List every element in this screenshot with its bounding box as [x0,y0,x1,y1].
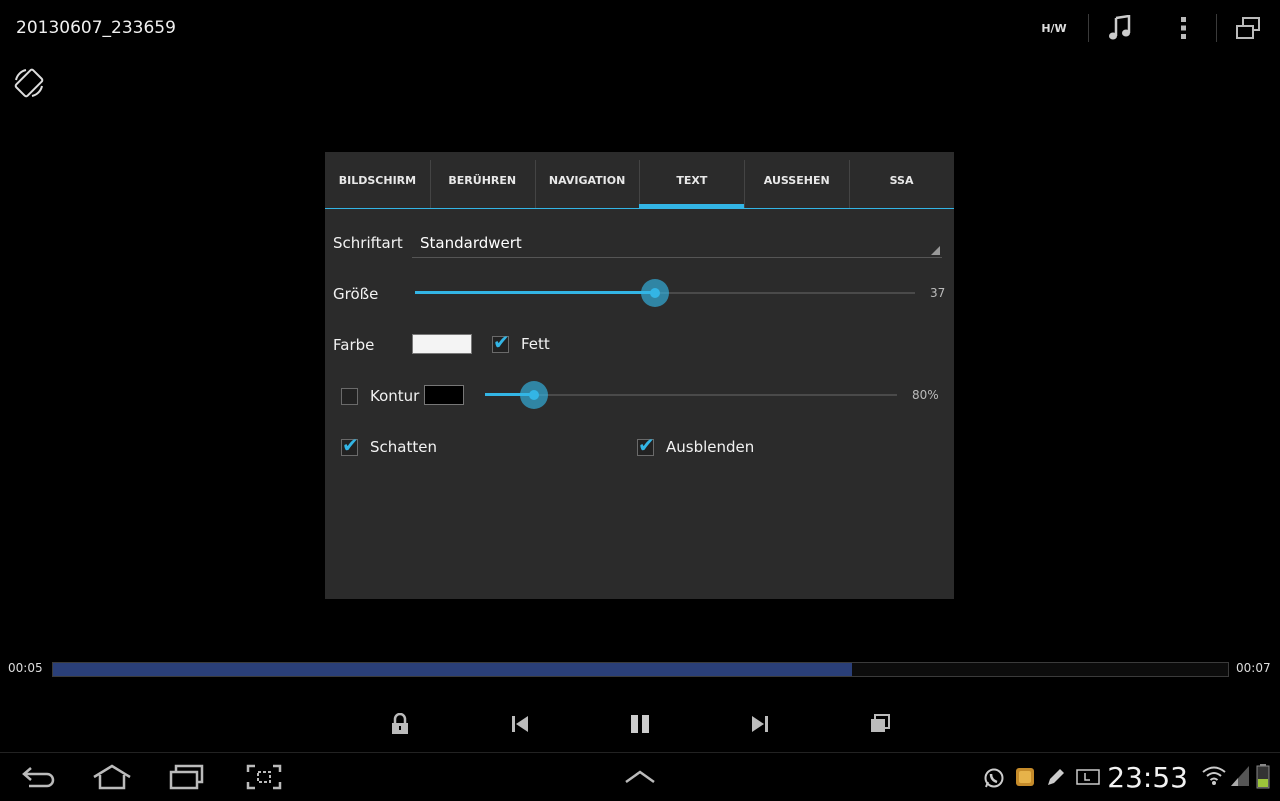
system-navigation-bar: 23:53 [0,752,1280,801]
app-notification-icon [1015,766,1035,792]
back-button[interactable] [14,759,64,795]
total-time: 00:07 [1236,661,1271,675]
skip-next-icon [752,716,768,732]
skip-previous-icon [512,716,528,732]
home-button[interactable] [87,759,137,795]
lock-icon [392,713,408,734]
tab-aussehen[interactable]: AUSSEHEN [744,152,849,208]
mini-apps-tray-button[interactable] [615,759,665,795]
status-clock: 23:53 [1107,761,1188,794]
outline-slider[interactable] [485,381,897,409]
screen-rotate-button[interactable] [12,66,46,100]
seek-bar[interactable] [52,662,1229,677]
shadow-label: Schatten [370,438,437,456]
whatsapp-notification-icon [983,767,1005,793]
lock-button[interactable] [380,708,420,740]
fade-label: Ausblenden [666,438,755,456]
music-note-icon [1109,15,1131,40]
tab-label: SSA [889,173,914,187]
bold-label: Fett [521,335,550,353]
audio-track-button[interactable] [1096,8,1144,48]
hw-label: H/W [1041,21,1067,35]
slider-thumb-center [650,288,660,298]
slider-fill [415,291,655,294]
settings-tabs: BILDSCHIRM BERÜHREN NAVIGATION TEXT AUSS… [325,152,954,209]
screenshot-button[interactable] [239,759,289,795]
seek-bar-fill [53,663,852,676]
video-title: 20130607_233659 [16,18,176,38]
pause-icon [631,715,649,733]
overflow-menu-button[interactable] [1160,8,1208,48]
font-value: Standardwert [420,234,522,252]
fade-checkbox[interactable]: ✔ Ausblenden [637,435,797,459]
wifi-icon [1201,763,1227,793]
slider-thumb-center [529,390,539,400]
aspect-ratio-button[interactable] [860,708,900,740]
recent-apps-icon [169,764,204,790]
divider [1216,14,1217,42]
subtitle-settings-dialog: BILDSCHIRM BERÜHREN NAVIGATION TEXT AUSS… [325,152,954,599]
tab-label: NAVIGATION [548,173,626,187]
tab-ssa[interactable]: SSA [849,152,954,208]
screenshot-icon [246,764,282,790]
home-icon [93,764,131,790]
next-button[interactable] [740,708,780,740]
hw-decoder-button[interactable]: H/W [1030,8,1078,48]
outline-value: 80% [912,388,939,402]
font-spinner[interactable]: Standardwert [412,230,942,258]
tab-text[interactable]: TEXT [639,152,745,209]
checkbox-box [341,388,358,405]
aspect-ratio-icon [871,714,890,732]
tab-beruehren[interactable]: BERÜHREN [429,152,535,208]
outline-color-swatch[interactable] [424,385,464,405]
size-label: Größe [333,285,379,303]
screen-rotation-icon [14,68,44,98]
divider [1088,14,1089,42]
popup-window-button[interactable] [1224,8,1272,48]
recent-apps-button[interactable] [162,759,212,795]
tab-label: BILDSCHIRM [338,173,417,187]
shadow-checkbox[interactable]: ✔ Schatten [341,435,481,459]
chevron-up-icon [625,770,655,784]
popup-window-icon [1236,17,1260,39]
overflow-menu-icon [1181,17,1186,39]
signal-strength-icon [1230,765,1250,791]
spinner-corner-icon [931,246,940,255]
back-icon [22,767,55,788]
outline-checkbox[interactable]: ✔ Kontur [341,384,421,408]
checkmark-icon: ✔ [638,433,655,457]
tab-label: AUSSEHEN [763,173,830,187]
font-label: Schriftart [333,234,403,252]
checkmark-icon: ✔ [342,433,359,457]
pencil-notification-icon [1045,766,1067,792]
tab-label: BERÜHREN [448,173,517,187]
color-label: Farbe [333,336,375,354]
outline-label: Kontur [370,387,420,405]
bold-checkbox[interactable]: ✔ Fett [492,332,572,356]
checkmark-icon: ✔ [493,330,510,354]
size-slider[interactable] [415,279,915,307]
tab-bildschirm[interactable]: BILDSCHIRM [325,152,430,208]
keyboard-notification-icon [1076,767,1100,791]
text-color-swatch[interactable] [412,334,472,354]
size-value: 37 [930,286,946,300]
tab-navigation[interactable]: NAVIGATION [534,152,640,208]
previous-button[interactable] [500,708,540,740]
battery-icon [1256,763,1270,793]
pause-button[interactable] [620,708,660,740]
tab-label: TEXT [676,173,708,187]
elapsed-time: 00:05 [8,661,43,675]
